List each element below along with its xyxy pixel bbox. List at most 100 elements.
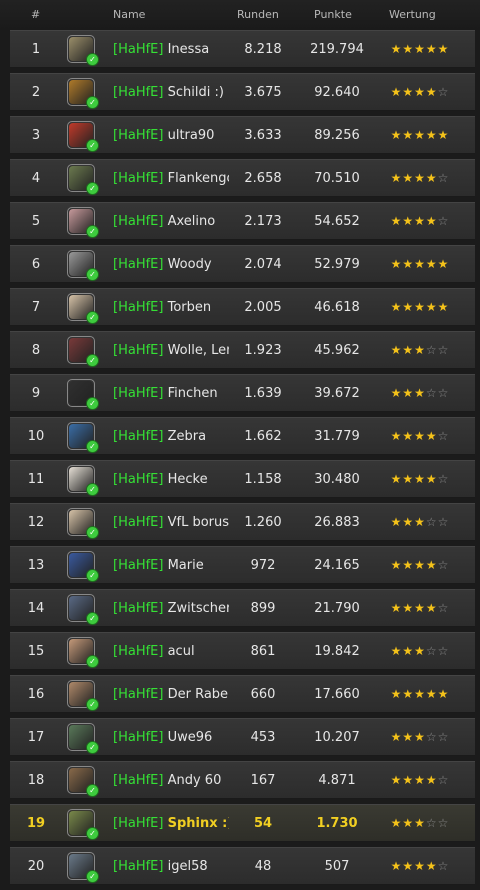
player-nickname: Torben <box>167 300 212 315</box>
table-row[interactable]: 10 ✓ [HaHfE] Zebra 1.662 31.779 ★★★★☆ <box>10 417 475 455</box>
avatar[interactable]: ✓ <box>67 465 99 496</box>
player-nickname: Inessa <box>167 42 210 57</box>
avatar[interactable]: ✓ <box>67 250 99 281</box>
header-wertung[interactable]: Wertung <box>389 8 436 21</box>
table-row[interactable]: 20 ✓ [HaHfE] igel58 48 507 ★★★★☆ <box>10 847 475 885</box>
avatar[interactable]: ✓ <box>67 293 99 324</box>
star-filled-icon: ★ <box>414 214 426 228</box>
rating-stars: ★★★★☆ <box>380 461 460 498</box>
star-filled-icon: ★ <box>390 300 403 314</box>
player-name[interactable]: [HaHfE] Axelino <box>113 203 229 240</box>
runden-value: 167 <box>250 773 276 788</box>
header-runden[interactable]: Runden <box>237 8 279 21</box>
star-filled-icon: ★ <box>425 171 438 185</box>
table-row[interactable]: 3 ✓ [HaHfE] ultra90 3.633 89.256 ★★★★★ <box>10 116 475 154</box>
star-filled-icon: ★ <box>414 601 426 615</box>
player-name[interactable]: [HaHfE] Hecke <box>113 461 229 498</box>
player-name[interactable]: [HaHfE] Andy 60 <box>113 762 229 799</box>
header-name[interactable]: Name <box>113 8 145 21</box>
avatar[interactable]: ✓ <box>67 852 99 883</box>
online-check-icon: ✓ <box>86 96 99 109</box>
table-row[interactable]: 15 ✓ [HaHfE] acul 861 19.842 ★★★☆☆ <box>10 632 475 670</box>
player-nickname: acul <box>167 644 195 659</box>
avatar[interactable]: ✓ <box>67 164 99 195</box>
table-row[interactable]: 19 ✓ [HaHfE] Sphinx :) 54 1.730 ★★★☆☆ <box>10 804 475 842</box>
avatar[interactable]: ✓ <box>67 809 99 840</box>
star-filled-icon: ★ <box>402 343 415 357</box>
player-name[interactable]: [HaHfE] Flankengott <box>113 160 229 197</box>
player-name[interactable]: [HaHfE] igel58 <box>113 848 229 885</box>
player-name[interactable]: [HaHfE] Sphinx :) <box>113 805 229 842</box>
table-row[interactable]: 12✓[HaHfE] VfL borussia1.26026.883★★★☆☆ <box>10 503 475 541</box>
avatar[interactable]: ✓ <box>67 637 99 668</box>
player-nickname: Wolle, Lens <box>167 343 229 358</box>
avatar[interactable]: ✓ <box>67 121 99 152</box>
star-empty-icon: ☆ <box>437 472 450 486</box>
player-name[interactable]: [HaHfE] Finchen <box>113 375 229 412</box>
player-name[interactable]: [HaHfE] Uwe96 <box>113 719 229 756</box>
player-name[interactable]: [HaHfE] Zebra <box>113 418 229 455</box>
player-name[interactable]: [HaHfE] Der Rabe <box>113 676 229 713</box>
star-filled-icon: ★ <box>390 687 403 701</box>
star-filled-icon: ★ <box>425 429 438 443</box>
table-row[interactable]: 9 ✓ [HaHfE] Finchen 1.639 39.672 ★★★☆☆ <box>10 374 475 412</box>
star-filled-icon: ★ <box>414 85 426 99</box>
header-punkte[interactable]: Punkte <box>314 8 352 21</box>
table-row[interactable]: 8✓[HaHfE] Wolle, Lens1.92345.962★★★☆☆ <box>10 331 475 369</box>
table-row[interactable]: 16 ✓ [HaHfE] Der Rabe 660 17.660 ★★★★★ <box>10 675 475 713</box>
punkte-value: 1.730 <box>316 816 358 831</box>
star-filled-icon: ★ <box>390 171 403 185</box>
star-filled-icon: ★ <box>390 128 403 142</box>
table-row[interactable]: 2 ✓ [HaHfE] Schildi :) 3.675 92.640 ★★★★☆ <box>10 73 475 111</box>
table-row[interactable]: 18 ✓ [HaHfE] Andy 60 167 4.871 ★★★★☆ <box>10 761 475 799</box>
player-name[interactable]: [HaHfE] Torben <box>113 289 229 326</box>
online-check-icon: ✓ <box>86 268 99 281</box>
star-filled-icon: ★ <box>390 644 403 658</box>
star-empty-icon: ☆ <box>437 644 450 658</box>
avatar[interactable]: ✓ <box>67 78 99 109</box>
player-name[interactable]: [HaHfE] ultra90 <box>113 117 229 154</box>
avatar[interactable]: ✓ <box>67 551 99 582</box>
player-name[interactable]: [HaHfE] Zwitscher <box>113 590 229 627</box>
avatar[interactable]: ✓ <box>67 508 99 539</box>
star-filled-icon: ★ <box>390 816 403 830</box>
table-row[interactable]: 13 ✓ [HaHfE] Marie 972 24.165 ★★★★☆ <box>10 546 475 584</box>
player-nickname: Der Rabe <box>167 687 229 702</box>
table-row[interactable]: 5 ✓ [HaHfE] Axelino 2.173 54.652 ★★★★☆ <box>10 202 475 240</box>
player-name[interactable]: [HaHfE] Wolle, Lens <box>113 332 229 369</box>
online-check-icon: ✓ <box>86 655 99 668</box>
player-name[interactable]: [HaHfE] VfL borussia <box>113 504 229 541</box>
table-row[interactable]: 1 ✓ [HaHfE] Inessa 8.218 219.794 ★★★★★ <box>10 30 475 68</box>
star-empty-icon: ☆ <box>437 85 450 99</box>
clan-tag: [HaHfE] <box>113 257 164 272</box>
avatar[interactable]: ✓ <box>67 336 99 367</box>
table-row[interactable]: 17 ✓ [HaHfE] Uwe96 453 10.207 ★★★☆☆ <box>10 718 475 756</box>
table-row[interactable]: 4✓[HaHfE] Flankengott2.65870.510★★★★☆ <box>10 159 475 197</box>
clan-tag: [HaHfE] <box>113 515 164 530</box>
header-rank[interactable]: # <box>31 8 40 21</box>
avatar[interactable]: ✓ <box>67 766 99 797</box>
star-filled-icon: ★ <box>402 859 415 873</box>
player-name[interactable]: [HaHfE] Schildi :) <box>113 74 229 111</box>
avatar[interactable]: ✓ <box>67 35 99 66</box>
table-row[interactable]: 14 ✓ [HaHfE] Zwitscher 899 21.790 ★★★★☆ <box>10 589 475 627</box>
star-filled-icon: ★ <box>402 128 415 142</box>
star-filled-icon: ★ <box>402 300 415 314</box>
player-name[interactable]: [HaHfE] Marie <box>113 547 229 584</box>
player-name[interactable]: [HaHfE] Woody <box>113 246 229 283</box>
avatar[interactable]: ✓ <box>67 379 99 410</box>
player-name[interactable]: [HaHfE] Inessa <box>113 31 229 68</box>
avatar[interactable]: ✓ <box>67 680 99 711</box>
player-nickname: Woody <box>167 257 212 272</box>
table-row[interactable]: 7 ✓ [HaHfE] Torben 2.005 46.618 ★★★★★ <box>10 288 475 326</box>
rank-number: 4 <box>31 171 41 186</box>
clan-tag: [HaHfE] <box>113 85 164 100</box>
table-row[interactable]: 11 ✓ [HaHfE] Hecke 1.158 30.480 ★★★★☆ <box>10 460 475 498</box>
clan-tag: [HaHfE] <box>113 816 164 831</box>
avatar[interactable]: ✓ <box>67 594 99 625</box>
table-row[interactable]: 6 ✓ [HaHfE] Woody 2.074 52.979 ★★★★★ <box>10 245 475 283</box>
avatar[interactable]: ✓ <box>67 422 99 453</box>
player-name[interactable]: [HaHfE] acul <box>113 633 229 670</box>
avatar[interactable]: ✓ <box>67 723 99 754</box>
avatar[interactable]: ✓ <box>67 207 99 238</box>
